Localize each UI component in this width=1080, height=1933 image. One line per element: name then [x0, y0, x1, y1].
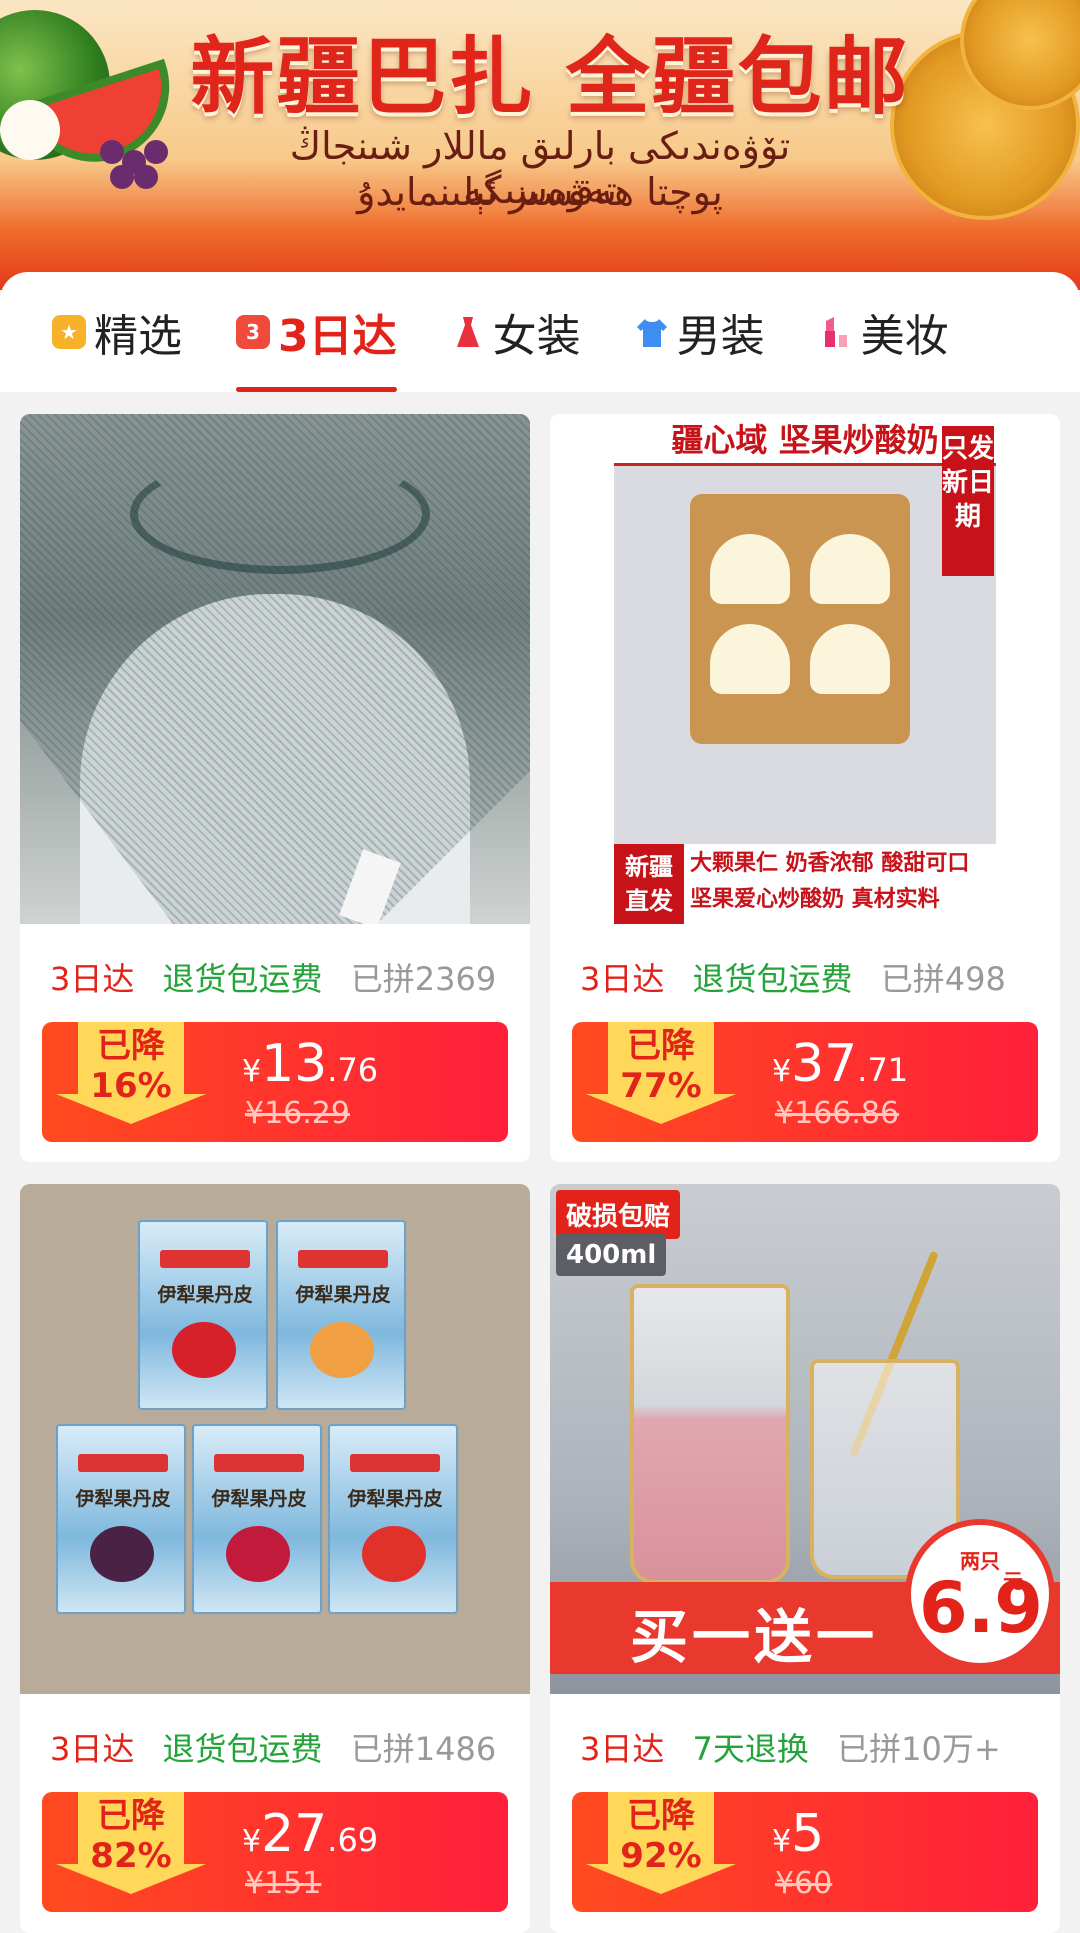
- tab-label: 美妆: [860, 311, 949, 362]
- fruit-box: 伊犁果丹皮: [276, 1220, 406, 1410]
- drop-label: 已降: [627, 1796, 695, 1836]
- fruit-box: 伊犁果丹皮: [138, 1220, 268, 1410]
- price-drop-badge: 已降 77%: [586, 1022, 736, 1142]
- original-price: ¥166.86: [775, 1096, 900, 1131]
- price-bar[interactable]: 已降 77% ¥37.71 ¥166.86: [572, 1022, 1038, 1142]
- original-price: ¥151: [245, 1866, 322, 1901]
- price-drop-badge: 已降 92%: [586, 1792, 736, 1912]
- price-bar[interactable]: 已降 82% ¥27.69 ¥151: [42, 1792, 508, 1912]
- star-badge-icon: ★: [52, 315, 86, 349]
- tab-label: 精选: [94, 311, 182, 362]
- drop-percent: 16%: [90, 1066, 172, 1106]
- cotton-illustration: [0, 100, 60, 160]
- original-price: ¥60: [775, 1866, 833, 1901]
- glass-cup-shape: [630, 1284, 790, 1584]
- banner-title: 新疆巴扎 全疆包邮: [190, 27, 910, 126]
- product-tags: 3日达 7天退换 已拼10万+: [580, 1724, 1001, 1770]
- drop-label: 已降: [627, 1026, 695, 1066]
- drop-percent: 92%: [620, 1836, 702, 1876]
- price-drop-badge: 已降 16%: [56, 1022, 206, 1142]
- fruit-box: 伊犁果丹皮: [328, 1424, 458, 1614]
- product-card[interactable]: 伊犁果丹皮 伊犁果丹皮 伊犁果丹皮 伊犁果丹皮 伊犁果丹皮 3日达 退货包运费 …: [20, 1184, 530, 1933]
- tab-mens-wear[interactable]: 男装: [635, 272, 765, 392]
- tab-3-day-delivery[interactable]: 3 3日达: [236, 272, 397, 392]
- package-footer-text: 大颗果仁 奶香浓郁 酸甜可口 坚果爱心炒酸奶 真材实料: [690, 851, 970, 912]
- group-buy-count: 已拼2369: [350, 960, 497, 998]
- delivery-tag: 3日达: [50, 1730, 135, 1768]
- current-price: ¥37.71: [772, 1034, 909, 1094]
- current-price: ¥13.76: [242, 1034, 379, 1094]
- product-image[interactable]: 破损包赔 400ml 买一送一 两只 6.9 元: [550, 1184, 1060, 1694]
- fruit-box: 伊犁果丹皮: [56, 1424, 186, 1614]
- banner-uyghur-line-2: پوچتا ھەقسىز ئېلىنمايدۇ: [357, 170, 723, 214]
- lipstick-icon: [819, 315, 853, 349]
- tab-label: 女装: [492, 311, 581, 362]
- tab-womens-wear[interactable]: 女装: [451, 272, 581, 392]
- price-bar[interactable]: 已降 92% ¥5 ¥60: [572, 1792, 1038, 1912]
- product-image[interactable]: [20, 414, 530, 924]
- damage-guarantee-badge: 破损包赔: [556, 1190, 681, 1239]
- product-card[interactable]: 疆心域 坚果炒酸奶 只发新日期 新疆直发 大颗果仁 奶香浓郁 酸甜可口 坚果爱心…: [550, 414, 1060, 1162]
- service-tag: 退货包运费: [162, 1730, 323, 1768]
- fabric-fold-shape: [130, 454, 430, 574]
- current-price: ¥27.69: [242, 1804, 379, 1864]
- delivery-tag: 3日达: [580, 960, 665, 998]
- volume-badge: 400ml: [556, 1234, 667, 1276]
- promo-price-circle: 两只 6.9 元: [905, 1519, 1055, 1669]
- package-side-label: 只发新日期: [942, 426, 994, 576]
- heart-yogurt-shape: [810, 624, 890, 694]
- category-tabs: ★ 精选 3 3日达 女装 男装 美妆: [0, 272, 1080, 392]
- calendar-3-icon: 3: [236, 315, 270, 349]
- grape-illustration: [100, 140, 124, 164]
- promo-banner[interactable]: 新疆巴扎 全疆包邮 تۆۋەندىكى بارلىق ماللار شىنجاڭ…: [0, 0, 1080, 290]
- service-tag: 7天退换: [692, 1730, 809, 1768]
- price-bar[interactable]: 已降 16% ¥13.76 ¥16.29: [42, 1022, 508, 1142]
- grape-illustration: [110, 165, 134, 189]
- tab-label: 男装: [676, 311, 765, 362]
- drop-label: 已降: [97, 1026, 165, 1066]
- grape-illustration: [144, 140, 168, 164]
- service-tag: 退货包运费: [162, 960, 323, 998]
- delivery-tag: 3日达: [50, 960, 135, 998]
- product-image[interactable]: 伊犁果丹皮 伊犁果丹皮 伊犁果丹皮 伊犁果丹皮 伊犁果丹皮: [20, 1184, 530, 1694]
- original-price: ¥16.29: [245, 1096, 350, 1131]
- group-buy-count: 已拼10万+: [837, 1730, 1001, 1768]
- product-tags: 3日达 退货包运费 已拼498: [580, 954, 1006, 1000]
- grape-illustration: [134, 165, 158, 189]
- drop-percent: 82%: [90, 1836, 172, 1876]
- product-card[interactable]: 破损包赔 400ml 买一送一 两只 6.9 元 3日达 7天退换 已拼10万+…: [550, 1184, 1060, 1933]
- heart-yogurt-shape: [710, 624, 790, 694]
- package-footer-badge: 新疆直发: [614, 844, 684, 924]
- product-tags: 3日达 退货包运费 已拼2369: [50, 954, 496, 1000]
- fruit-box: 伊犁果丹皮: [192, 1424, 322, 1614]
- dress-icon: [451, 315, 485, 349]
- current-price: ¥5: [772, 1804, 825, 1864]
- hoodie-icon: [635, 315, 669, 349]
- heart-yogurt-shape: [710, 534, 790, 604]
- drop-percent: 77%: [620, 1066, 702, 1106]
- drop-label: 已降: [97, 1796, 165, 1836]
- tab-label: 3日达: [278, 311, 397, 362]
- tab-beauty[interactable]: 美妆: [819, 272, 949, 392]
- package-header: 疆心域 坚果炒酸奶: [614, 414, 996, 466]
- heart-yogurt-shape: [810, 534, 890, 604]
- service-tag: 退货包运费: [692, 960, 853, 998]
- product-card[interactable]: 3日达 退货包运费 已拼2369 已降 16% ¥13.76 ¥16.29: [20, 414, 530, 1162]
- product-tags: 3日达 退货包运费 已拼1486: [50, 1724, 496, 1770]
- product-image[interactable]: 疆心域 坚果炒酸奶 只发新日期 新疆直发 大颗果仁 奶香浓郁 酸甜可口 坚果爱心…: [550, 414, 1060, 924]
- delivery-tag: 3日达: [580, 1730, 665, 1768]
- tab-featured[interactable]: ★ 精选: [52, 272, 182, 392]
- tray-shape: [690, 494, 910, 744]
- group-buy-count: 已拼1486: [350, 1730, 497, 1768]
- price-drop-badge: 已降 82%: [56, 1792, 206, 1912]
- group-buy-count: 已拼498: [880, 960, 1006, 998]
